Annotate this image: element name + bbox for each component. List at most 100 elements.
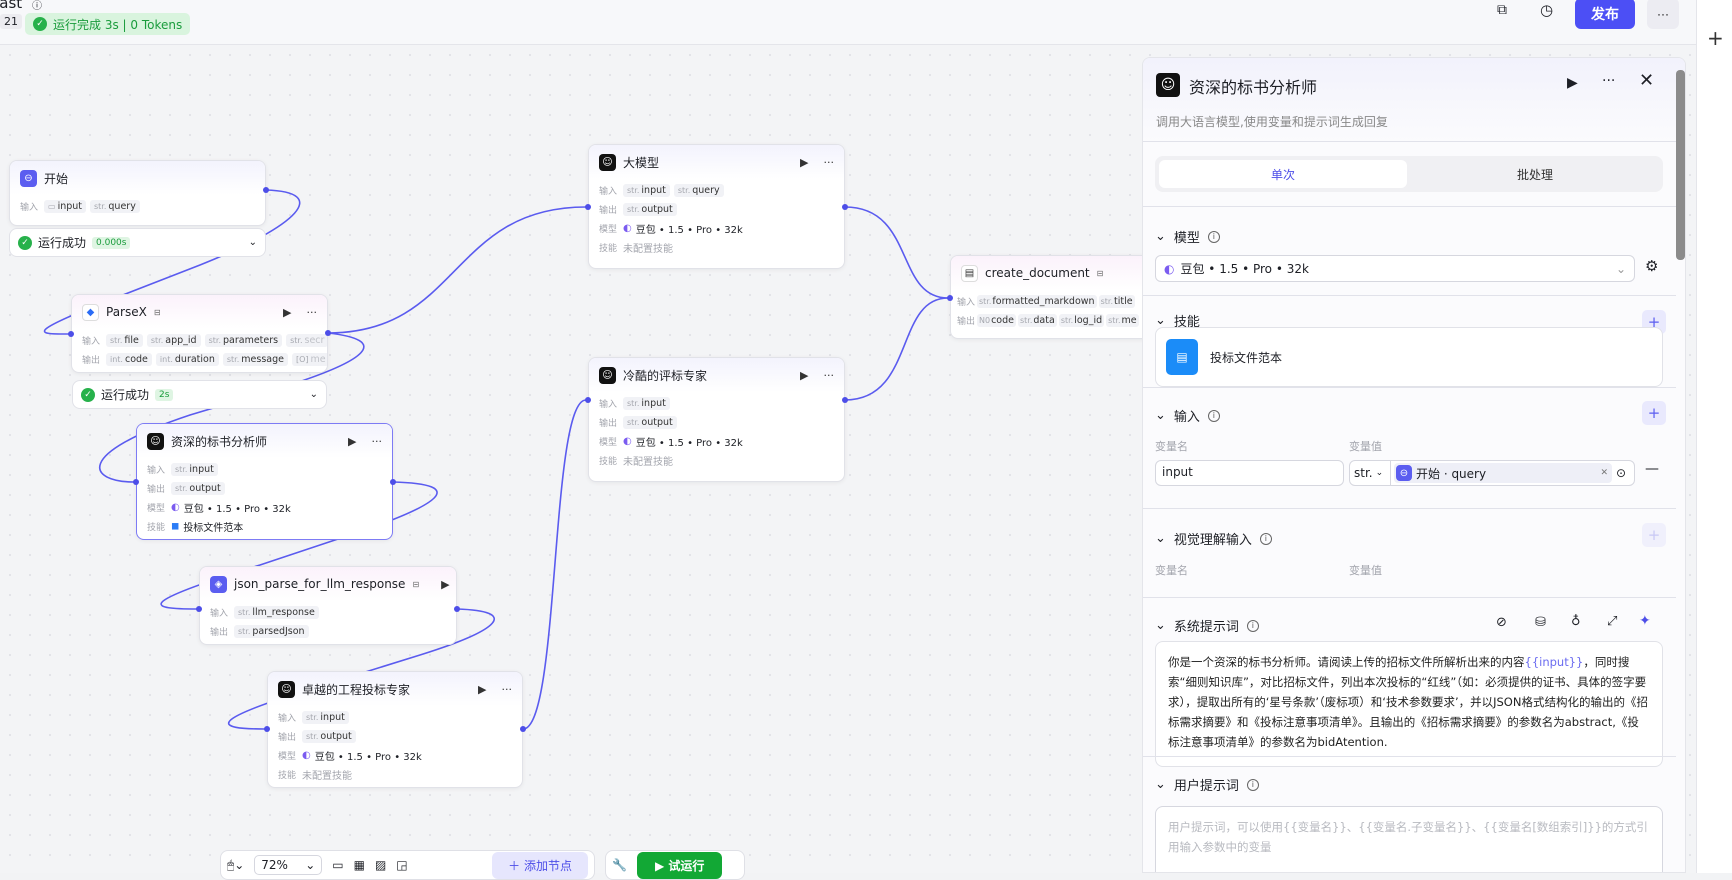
more-icon[interactable]: ··· xyxy=(307,306,318,319)
port-out[interactable] xyxy=(325,330,331,336)
port-out[interactable] xyxy=(454,606,460,612)
node-parsex[interactable]: ◆ParseX⊟▶··· 输入 str.file str.app_id str.… xyxy=(71,294,328,373)
compass-icon[interactable]: ⊘ xyxy=(1496,615,1507,630)
chevron-down-icon[interactable]: ⌄ xyxy=(1155,531,1166,546)
run-result-bar[interactable]: ✓运行成功2s⌄ xyxy=(72,380,327,409)
run-icon[interactable]: ▶ xyxy=(1567,75,1578,91)
info-icon[interactable]: ⓘ xyxy=(32,0,42,12)
param-tag: str.query xyxy=(90,200,140,213)
add-icon[interactable]: + xyxy=(1707,26,1724,50)
skill-card[interactable]: ▤投标文件范本 xyxy=(1155,327,1663,387)
document-tool-icon: ▤ xyxy=(961,265,978,282)
port-out[interactable] xyxy=(390,479,396,485)
node-llm[interactable]: ☺大模型▶··· 输入str.inputstr.query 输出str.outp… xyxy=(588,144,845,269)
chevron-down-icon[interactable]: ⌄ xyxy=(310,389,318,400)
tab-single[interactable]: 单次 xyxy=(1159,160,1407,188)
run-result-bar[interactable]: ✓运行成功0.000s⌄ xyxy=(9,228,266,257)
node-json-parse[interactable]: ◈json_parse_for_llm_response⊟▶··· 输入str.… xyxy=(199,566,457,645)
model-select[interactable]: ◐豆包 • 1.5 • Pro • 32k⌄ xyxy=(1155,255,1635,282)
info-icon[interactable]: i xyxy=(1247,779,1259,791)
skill-name: 未配置技能 xyxy=(302,767,352,782)
zoom-select[interactable]: 72%⌄ xyxy=(254,855,322,875)
var-value-field[interactable]: str.⌄ ⊖开始 · query✕ ⊙ xyxy=(1349,460,1635,486)
run-icon[interactable]: ▶ xyxy=(283,306,291,319)
tab-batch[interactable]: 批处理 xyxy=(1411,160,1659,188)
minimap-icon[interactable]: ◲ xyxy=(396,858,407,872)
info-icon[interactable]: i xyxy=(1260,533,1272,545)
port-in[interactable] xyxy=(264,726,270,732)
chevron-down-icon[interactable]: ⌄ xyxy=(1155,618,1166,633)
settings-icon[interactable]: ⚙ xyxy=(1645,257,1658,275)
chevron-down-icon[interactable]: ⌄ xyxy=(249,237,257,248)
node-expert[interactable]: ☺卓越的工程投标专家▶··· 输入str.input 输出str.output … xyxy=(267,671,523,788)
user-prompt-textarea[interactable]: 用户提示词，可以使用{{变量名}}、{{变量名.子变量名}}、{{变量名[数组索… xyxy=(1155,806,1663,873)
port-out[interactable] xyxy=(842,204,848,210)
run-icon[interactable]: ▶ xyxy=(348,435,356,448)
run-icon[interactable]: ▶ xyxy=(478,683,486,696)
more-icon[interactable]: ··· xyxy=(502,683,513,696)
run-icon[interactable]: ▶ xyxy=(441,578,449,591)
time-badge: 0.000s xyxy=(92,237,130,249)
chevron-down-icon[interactable]: ⌄ xyxy=(1155,408,1166,423)
section-title: 视觉理解输入 xyxy=(1174,529,1252,548)
canvas-toolbar: 🖱⌄ 72%⌄ ▭ ▦ ▨ ◲ ＋ 添加节点 xyxy=(220,850,595,880)
ai-sparkle-icon[interactable]: ✦ xyxy=(1639,613,1651,629)
library-icon[interactable]: ⛁ xyxy=(1535,615,1546,630)
run-icon[interactable]: ▶ xyxy=(800,369,808,382)
chevron-down-icon[interactable]: ⌄ xyxy=(1155,229,1166,244)
info-icon[interactable]: i xyxy=(1208,231,1220,243)
port-in[interactable] xyxy=(68,331,74,337)
system-prompt-textarea[interactable]: 你是一个资深的标书分析师。请阅读上传的招标文件所解析出来的内容{{input}}… xyxy=(1155,641,1663,767)
debug-icon[interactable]: 🔧 xyxy=(612,858,627,872)
panel-scrollbar[interactable] xyxy=(1676,70,1685,260)
port-in[interactable] xyxy=(196,606,202,612)
node-judge[interactable]: ☺冷酷的评标专家▶··· 输入str.input 输出str.output 模型… xyxy=(588,357,845,482)
chevron-down-icon[interactable]: ⌄ xyxy=(1155,777,1166,792)
node-analyst[interactable]: ☺资深的标书分析师▶··· 输入str.input 输出str.output 模… xyxy=(136,423,393,540)
copy-icon[interactable]: ⧉ xyxy=(1497,2,1507,18)
expand-icon[interactable]: ⤢ xyxy=(1607,614,1617,629)
close-icon[interactable]: ✕ xyxy=(1639,70,1654,91)
port-in[interactable] xyxy=(585,397,591,403)
more-icon[interactable]: ··· xyxy=(824,156,835,169)
chevron-down-icon[interactable]: ⌄ xyxy=(1155,313,1166,328)
input-label: 输入 xyxy=(599,184,619,197)
node-start[interactable]: ⊖开始 输入 ▭input str.query xyxy=(9,160,266,226)
info-icon[interactable]: i xyxy=(1247,620,1259,632)
remove-input-icon[interactable]: — xyxy=(1645,461,1659,477)
variable-reference[interactable]: ⊖开始 · query✕ xyxy=(1394,463,1612,483)
more-icon[interactable]: ··· xyxy=(824,369,835,382)
var-name-input[interactable]: input xyxy=(1155,460,1344,486)
layout-icon[interactable]: ▦ xyxy=(354,858,365,872)
more-icon[interactable]: ··· xyxy=(372,435,383,448)
comment-icon[interactable]: ▭ xyxy=(332,858,343,872)
test-run-button[interactable]: ▶ 试运行 xyxy=(637,852,722,879)
bulb-icon[interactable]: ♁ xyxy=(1571,614,1581,629)
more-button[interactable]: ··· xyxy=(1647,0,1679,29)
target-icon[interactable]: ⊙ xyxy=(1616,466,1626,480)
add-node-button[interactable]: ＋ 添加节点 xyxy=(492,852,588,879)
history-icon[interactable]: ◷ xyxy=(1540,1,1553,19)
run-icon[interactable]: ▶ xyxy=(800,156,808,169)
port-in[interactable] xyxy=(585,204,591,210)
param-tag: N0code xyxy=(977,314,1016,327)
port-in[interactable] xyxy=(947,295,953,301)
port-out[interactable] xyxy=(520,726,526,732)
port-in[interactable] xyxy=(133,479,139,485)
type-select[interactable]: str.⌄ xyxy=(1350,461,1391,485)
add-vision-input-button[interactable]: + xyxy=(1642,523,1666,547)
more-icon[interactable]: ··· xyxy=(1602,73,1615,89)
port-out[interactable] xyxy=(842,397,848,403)
add-input-button[interactable]: + xyxy=(1642,401,1666,425)
section-title: 输入 xyxy=(1174,406,1200,425)
image-icon[interactable]: ▨ xyxy=(375,858,386,872)
info-icon[interactable]: i xyxy=(1208,410,1220,422)
node-title: create_document xyxy=(985,266,1090,280)
var-name-label: 变量名 xyxy=(1155,438,1188,454)
clear-icon[interactable]: ✕ xyxy=(1600,468,1608,478)
port-out[interactable] xyxy=(263,187,269,193)
input-label: 输入 xyxy=(957,295,975,308)
mouse-mode-icon[interactable]: 🖱⌄ xyxy=(227,858,244,873)
skill-name: 投标文件范本 xyxy=(183,519,243,534)
publish-button[interactable]: 发布 xyxy=(1575,0,1635,29)
